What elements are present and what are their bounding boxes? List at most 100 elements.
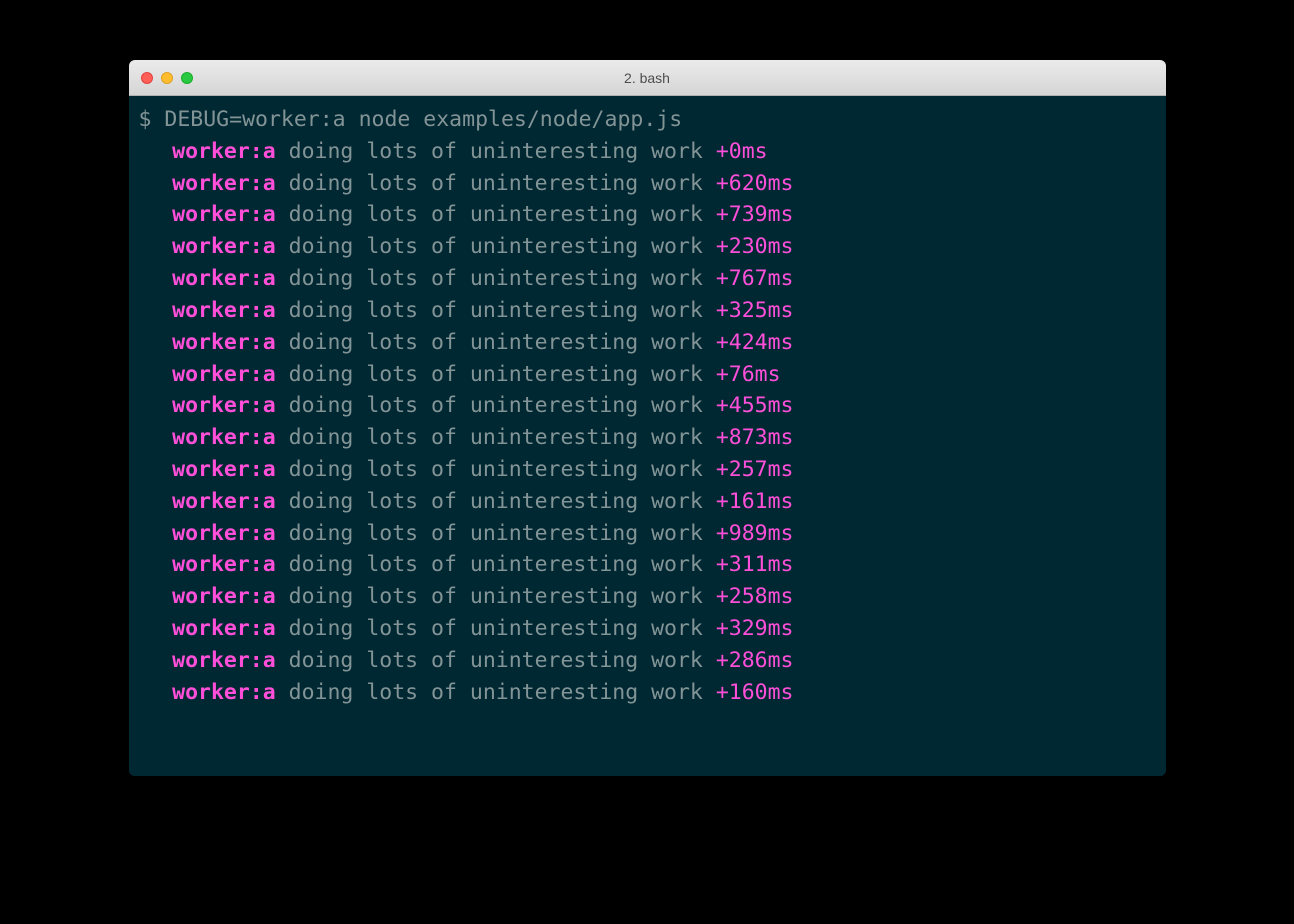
log-message: doing lots of uninteresting work — [289, 616, 703, 641]
log-message: doing lots of uninteresting work — [289, 425, 703, 450]
log-message: doing lots of uninteresting work — [289, 234, 703, 259]
log-indent — [139, 231, 173, 263]
log-timing: +989ms — [716, 521, 794, 546]
log-message: doing lots of uninteresting work — [289, 139, 703, 164]
log-line: worker:a doing lots of uninteresting wor… — [139, 549, 1156, 581]
log-timing: +258ms — [716, 584, 794, 609]
log-line: worker:a doing lots of uninteresting wor… — [139, 581, 1156, 613]
log-indent — [139, 390, 173, 422]
log-indent — [139, 359, 173, 391]
log-indent — [139, 549, 173, 581]
log-namespace: worker:a — [172, 393, 276, 418]
log-timing: +160ms — [716, 680, 794, 705]
log-namespace: worker:a — [172, 552, 276, 577]
log-message: doing lots of uninteresting work — [289, 489, 703, 514]
maximize-icon[interactable] — [181, 72, 193, 84]
log-line: worker:a doing lots of uninteresting wor… — [139, 677, 1156, 709]
log-timing: +455ms — [716, 393, 794, 418]
log-line: worker:a doing lots of uninteresting wor… — [139, 359, 1156, 391]
log-message: doing lots of uninteresting work — [289, 680, 703, 705]
log-timing: +873ms — [716, 425, 794, 450]
log-namespace: worker:a — [172, 298, 276, 323]
log-namespace: worker:a — [172, 680, 276, 705]
log-line: worker:a doing lots of uninteresting wor… — [139, 454, 1156, 486]
log-line: worker:a doing lots of uninteresting wor… — [139, 263, 1156, 295]
terminal-window: 2. bash $ DEBUG=worker:a node examples/n… — [129, 60, 1166, 776]
log-namespace: worker:a — [172, 584, 276, 609]
log-output: worker:a doing lots of uninteresting wor… — [139, 136, 1156, 709]
log-message: doing lots of uninteresting work — [289, 202, 703, 227]
log-message: doing lots of uninteresting work — [289, 266, 703, 291]
log-namespace: worker:a — [172, 202, 276, 227]
log-indent — [139, 677, 173, 709]
log-message: doing lots of uninteresting work — [289, 330, 703, 355]
command-text: DEBUG=worker:a node examples/node/app.js — [164, 107, 682, 132]
log-indent — [139, 581, 173, 613]
log-timing: +257ms — [716, 457, 794, 482]
log-timing: +0ms — [716, 139, 768, 164]
log-message: doing lots of uninteresting work — [289, 552, 703, 577]
log-indent — [139, 136, 173, 168]
log-message: doing lots of uninteresting work — [289, 362, 703, 387]
log-timing: +739ms — [716, 202, 794, 227]
log-indent — [139, 645, 173, 677]
log-line: worker:a doing lots of uninteresting wor… — [139, 168, 1156, 200]
log-namespace: worker:a — [172, 139, 276, 164]
log-indent — [139, 327, 173, 359]
log-message: doing lots of uninteresting work — [289, 457, 703, 482]
log-indent — [139, 613, 173, 645]
log-indent — [139, 454, 173, 486]
log-namespace: worker:a — [172, 425, 276, 450]
log-line: worker:a doing lots of uninteresting wor… — [139, 295, 1156, 327]
log-namespace: worker:a — [172, 266, 276, 291]
window-title: 2. bash — [624, 70, 670, 86]
traffic-lights — [141, 72, 193, 84]
log-line: worker:a doing lots of uninteresting wor… — [139, 390, 1156, 422]
log-message: doing lots of uninteresting work — [289, 171, 703, 196]
log-namespace: worker:a — [172, 171, 276, 196]
log-timing: +424ms — [716, 330, 794, 355]
log-line: worker:a doing lots of uninteresting wor… — [139, 136, 1156, 168]
log-line: worker:a doing lots of uninteresting wor… — [139, 486, 1156, 518]
log-line: worker:a doing lots of uninteresting wor… — [139, 231, 1156, 263]
log-timing: +325ms — [716, 298, 794, 323]
log-namespace: worker:a — [172, 330, 276, 355]
log-indent — [139, 518, 173, 550]
prompt-symbol: $ — [139, 107, 152, 132]
log-indent — [139, 263, 173, 295]
log-timing: +76ms — [716, 362, 781, 387]
log-namespace: worker:a — [172, 457, 276, 482]
log-timing: +311ms — [716, 552, 794, 577]
log-message: doing lots of uninteresting work — [289, 584, 703, 609]
log-line: worker:a doing lots of uninteresting wor… — [139, 199, 1156, 231]
log-message: doing lots of uninteresting work — [289, 521, 703, 546]
command-line: $ DEBUG=worker:a node examples/node/app.… — [139, 104, 1156, 136]
log-indent — [139, 199, 173, 231]
log-line: worker:a doing lots of uninteresting wor… — [139, 422, 1156, 454]
log-namespace: worker:a — [172, 521, 276, 546]
log-indent — [139, 168, 173, 200]
log-namespace: worker:a — [172, 362, 276, 387]
log-indent — [139, 422, 173, 454]
log-timing: +286ms — [716, 648, 794, 673]
log-timing: +329ms — [716, 616, 794, 641]
log-message: doing lots of uninteresting work — [289, 393, 703, 418]
log-timing: +230ms — [716, 234, 794, 259]
window-titlebar[interactable]: 2. bash — [129, 60, 1166, 96]
log-namespace: worker:a — [172, 489, 276, 514]
log-timing: +161ms — [716, 489, 794, 514]
log-message: doing lots of uninteresting work — [289, 298, 703, 323]
log-line: worker:a doing lots of uninteresting wor… — [139, 645, 1156, 677]
log-line: worker:a doing lots of uninteresting wor… — [139, 327, 1156, 359]
log-message: doing lots of uninteresting work — [289, 648, 703, 673]
close-icon[interactable] — [141, 72, 153, 84]
log-indent — [139, 486, 173, 518]
log-namespace: worker:a — [172, 616, 276, 641]
log-timing: +620ms — [716, 171, 794, 196]
log-timing: +767ms — [716, 266, 794, 291]
minimize-icon[interactable] — [161, 72, 173, 84]
terminal-body[interactable]: $ DEBUG=worker:a node examples/node/app.… — [129, 96, 1166, 776]
log-line: worker:a doing lots of uninteresting wor… — [139, 613, 1156, 645]
log-line: worker:a doing lots of uninteresting wor… — [139, 518, 1156, 550]
log-indent — [139, 295, 173, 327]
